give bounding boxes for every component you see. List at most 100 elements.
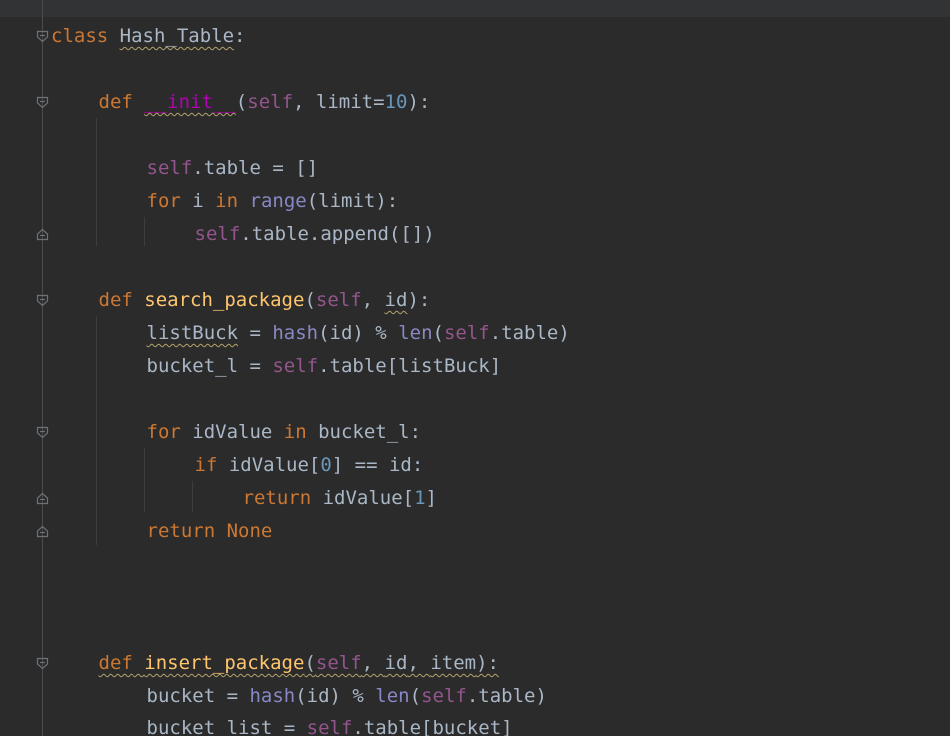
code-text: .table) <box>489 322 570 344</box>
code-editor[interactable]: class Hash_Table: def __init__(self, lim… <box>0 0 950 736</box>
keyword: for <box>146 421 181 443</box>
keyword: return <box>242 487 312 509</box>
fold-open-icon[interactable] <box>36 294 49 307</box>
punctuation: , <box>407 652 431 674</box>
keyword: in <box>283 421 307 443</box>
punctuation: ( <box>304 652 316 674</box>
indent-guide <box>144 217 145 246</box>
builtin: hash <box>272 322 319 344</box>
code-text: ] <box>425 487 437 509</box>
gutter-divider <box>42 0 43 736</box>
punctuation: ( <box>304 289 316 311</box>
code-text: = <box>238 322 273 344</box>
punctuation: : <box>234 25 246 47</box>
code-line[interactable]: for i in range(limit): <box>147 185 399 218</box>
builtin: hash <box>249 685 296 707</box>
parameter: item <box>430 652 477 674</box>
keyword: def <box>98 652 133 674</box>
indent-guide <box>96 316 97 545</box>
builtin: range <box>249 190 307 212</box>
fold-close-icon[interactable] <box>36 228 49 241</box>
self-keyword: self <box>315 652 362 674</box>
indent-guide <box>144 448 145 512</box>
code-text: (id) % <box>295 685 376 707</box>
fold-open-icon[interactable] <box>36 657 49 670</box>
code-text: .table[bucket] <box>352 717 513 736</box>
fold-open-icon[interactable] <box>36 30 49 43</box>
self-keyword: self <box>306 717 353 736</box>
code-line[interactable]: self.table.append([]) <box>195 218 435 251</box>
code-line[interactable]: self.table = [] <box>147 152 319 185</box>
code-text: ( <box>432 322 444 344</box>
code-text: .table.append([]) <box>240 223 435 245</box>
parameter: id <box>384 652 408 674</box>
variable: listBuck <box>146 322 239 344</box>
keyword: for <box>146 190 181 212</box>
code-line-init-def[interactable]: def __init__(self, limit=10): <box>99 86 431 119</box>
code-text: .table) <box>466 685 547 707</box>
code-line[interactable]: bucket_list = self.table[bucket] <box>147 712 513 736</box>
keyword: None <box>226 520 273 542</box>
self-keyword: self <box>146 157 193 179</box>
code-line[interactable]: listBuck = hash(id) % len(self.table) <box>147 317 570 350</box>
function-name: insert_package <box>144 652 305 674</box>
self-keyword: self <box>443 322 490 344</box>
self-keyword: self <box>247 91 294 113</box>
fold-open-icon[interactable] <box>36 426 49 439</box>
code-text: i <box>180 190 216 212</box>
fold-open-icon[interactable] <box>36 96 49 109</box>
self-keyword: self <box>194 223 241 245</box>
code-text: bucket_l: <box>306 421 422 443</box>
fold-close-icon[interactable] <box>36 525 49 538</box>
code-line[interactable]: if idValue[0] == id: <box>195 449 424 482</box>
code-line[interactable]: bucket_l = self.table[listBuck] <box>147 350 502 383</box>
builtin: len <box>398 322 433 344</box>
builtin: len <box>375 685 410 707</box>
code-text: bucket = <box>146 685 250 707</box>
code-line-search-def[interactable]: def search_package(self, id): <box>99 284 431 317</box>
code-text: idValue[ <box>217 454 321 476</box>
code-line[interactable]: for idValue in bucket_l: <box>147 416 422 449</box>
number: 1 <box>414 487 426 509</box>
self-keyword: self <box>315 289 362 311</box>
code-line[interactable]: bucket = hash(id) % len(self.table) <box>147 680 547 713</box>
code-text: bucket_l = <box>146 355 273 377</box>
code-line-class-def[interactable]: class Hash_Table: <box>51 20 246 53</box>
indent-guide <box>192 481 193 512</box>
punctuation: ): <box>476 652 499 674</box>
keyword: def <box>98 289 133 311</box>
keyword: class <box>51 25 109 47</box>
code-text: ( <box>409 685 422 707</box>
keyword: in <box>215 190 239 212</box>
code-text: .table = [] <box>192 157 319 179</box>
fold-close-icon[interactable] <box>36 492 49 505</box>
punctuation: , <box>293 91 316 113</box>
parameter: limit= <box>315 91 385 113</box>
punctuation: ): <box>407 91 431 113</box>
code-text: idValue[ <box>311 487 415 509</box>
number: 10 <box>384 91 408 113</box>
keyword: return <box>146 520 216 542</box>
code-line[interactable]: return None <box>147 515 273 548</box>
function-name: search_package <box>144 289 305 311</box>
code-text: (limit): <box>306 190 399 212</box>
code-text: (id) % <box>318 322 399 344</box>
class-name: Hash_Table <box>119 25 235 47</box>
code-line[interactable]: return idValue[1] <box>243 482 438 515</box>
punctuation: ): <box>407 289 431 311</box>
self-keyword: self <box>421 685 467 707</box>
function-name: __init__ <box>144 91 236 113</box>
number: 0 <box>320 454 332 476</box>
indent-guide <box>96 118 97 246</box>
code-text: idValue <box>180 421 284 443</box>
code-text: .table[listBuck] <box>318 355 502 377</box>
self-keyword: self <box>272 355 319 377</box>
keyword: if <box>194 454 218 476</box>
code-text: ] == id: <box>331 454 424 476</box>
punctuation: ( <box>235 91 248 113</box>
editor-top-bar <box>0 0 950 17</box>
punctuation: , <box>361 289 385 311</box>
code-line-insert-def[interactable]: def insert_package(self, id, item): <box>99 647 499 680</box>
